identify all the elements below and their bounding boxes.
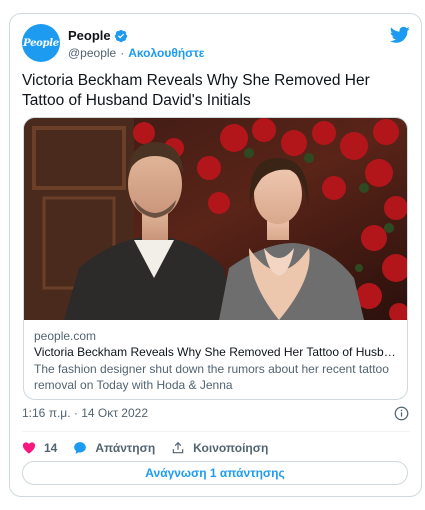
tweet-header: People People @people · Ακολουθήστε [22, 24, 410, 64]
share-button[interactable]: Κοινοποίηση [171, 441, 268, 455]
like-count: 14 [44, 441, 58, 455]
tweet-text: Victoria Beckham Reveals Why She Removed… [22, 72, 370, 109]
avatar[interactable]: People [22, 24, 60, 62]
read-replies-button[interactable]: Ανάγνωση 1 απάντησης [22, 461, 408, 485]
link-description: The fashion designer shut down the rumor… [34, 362, 389, 392]
tweet-embed-card: People People @people · Ακολουθήστε Vict… [9, 13, 422, 497]
link-domain: people.com [34, 329, 97, 343]
share-label: Κοινοποίηση [193, 441, 269, 455]
avatar-text: People [23, 37, 59, 49]
author-display-name[interactable]: People [68, 28, 111, 43]
tweet-actions: 14 Απάντηση Κοινοποίηση [22, 438, 284, 458]
divider [22, 431, 410, 432]
link-title[interactable]: Victoria Beckham Reveals Why She Removed… [34, 344, 400, 361]
read-replies-label: Ανάγνωση 1 απάντησης [145, 466, 285, 480]
author-handle-row: @people · Ακολουθήστε [68, 46, 204, 60]
like-button[interactable]: 14 [22, 441, 57, 455]
verified-badge-icon [114, 29, 127, 42]
share-arrow-icon [172, 441, 184, 454]
tweet-timestamp[interactable]: 1:16 π.μ. · 14 Οκτ 2022 [22, 406, 148, 420]
twitter-bird-icon[interactable] [390, 26, 410, 44]
article-photo[interactable] [24, 118, 407, 320]
follow-link[interactable]: Ακολουθήστε [128, 46, 204, 60]
author-name-row: People [68, 28, 128, 43]
author-handle[interactable]: @people [68, 46, 116, 60]
info-icon[interactable] [394, 406, 409, 421]
link-preview-card[interactable]: people.com Victoria Beckham Reveals Why … [23, 117, 408, 400]
speech-bubble-icon [74, 442, 87, 454]
link-preview-meta: people.com Victoria Beckham Reveals Why … [34, 328, 400, 393]
reply-button[interactable]: Απάντηση [73, 441, 155, 455]
reply-label: Απάντηση [95, 441, 156, 455]
separator-dot: · [120, 46, 125, 60]
heart-icon [22, 442, 36, 454]
